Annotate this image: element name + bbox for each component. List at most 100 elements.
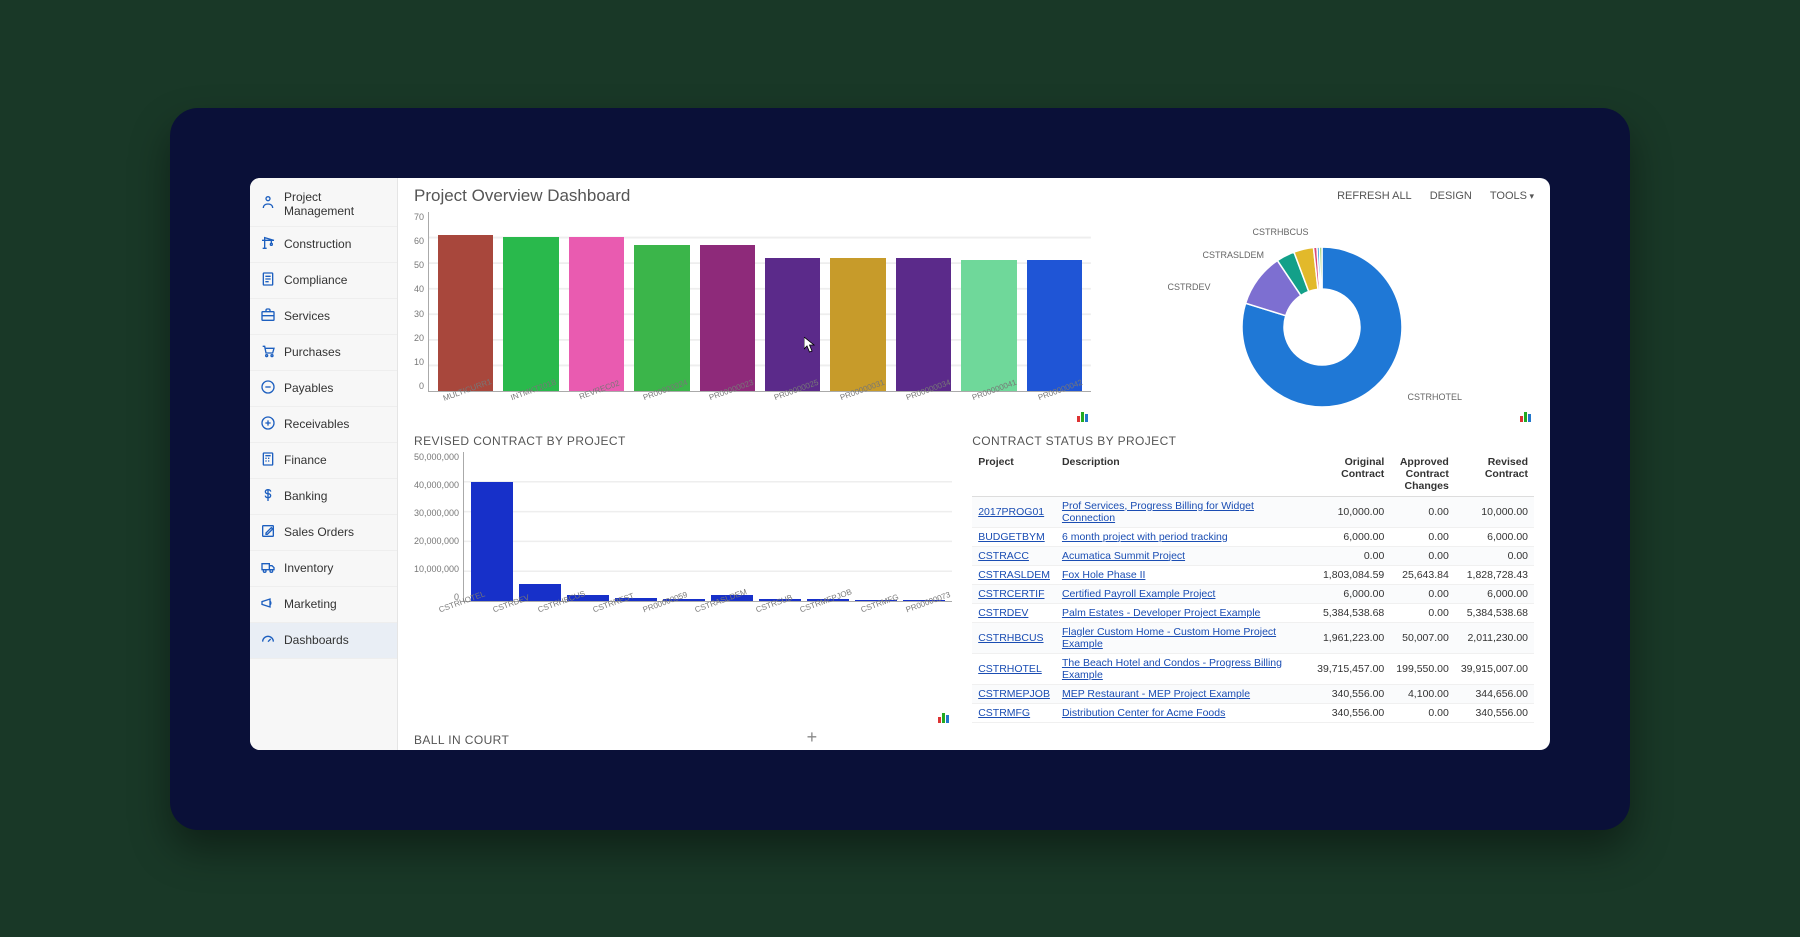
project-link[interactable]: CSTRHBCUS <box>978 632 1043 644</box>
donut-label-CSTRHBCUS: CSTRHBCUS <box>1252 227 1308 237</box>
cell-changes: 0.00 <box>1390 703 1455 722</box>
col-project[interactable]: Project <box>972 452 1056 497</box>
sidebar-item-label: Receivables <box>284 417 349 431</box>
main-content: Project Overview Dashboard REFRESH ALL D… <box>398 178 1550 750</box>
cell-original: 39,715,457.00 <box>1311 653 1390 684</box>
briefcase-icon <box>260 307 276 326</box>
table-row: CSTRMFG Distribution Center for Acme Foo… <box>972 703 1534 722</box>
sidebar-item-banking[interactable]: Banking <box>250 479 397 515</box>
cell-revised: 1,828,728.43 <box>1455 565 1534 584</box>
bar-MULTICURR1[interactable] <box>438 235 493 391</box>
project-link[interactable]: 2017PROG01 <box>978 506 1044 518</box>
sidebar-item-receivables[interactable]: Receivables <box>250 407 397 443</box>
cell-changes: 199,550.00 <box>1390 653 1455 684</box>
donut-label-CSTRDEV: CSTRDEV <box>1167 282 1210 292</box>
cell-changes: 25,643.84 <box>1390 565 1455 584</box>
refresh-all-button[interactable]: REFRESH ALL <box>1337 190 1412 202</box>
project-link[interactable]: CSTRDEV <box>978 607 1028 619</box>
bar-PR00000031[interactable] <box>830 258 885 391</box>
sidebar-item-inventory[interactable]: Inventory <box>250 551 397 587</box>
description-link[interactable]: Distribution Center for Acme Foods <box>1062 707 1225 719</box>
calculator-icon <box>260 451 276 470</box>
tools-menu-button[interactable]: TOOLS <box>1490 190 1534 202</box>
sidebar-item-label: Inventory <box>284 561 333 575</box>
sidebar-item-sales-orders[interactable]: Sales Orders <box>250 515 397 551</box>
col-revised[interactable]: RevisedContract <box>1455 452 1534 497</box>
bar-CSTRHOTEL[interactable] <box>471 482 513 601</box>
sidebar-item-compliance[interactable]: Compliance <box>250 263 397 299</box>
description-link[interactable]: 6 month project with period tracking <box>1062 531 1228 543</box>
table-row: CSTRASLDEM Fox Hole Phase II 1,803,084.5… <box>972 565 1534 584</box>
cell-original: 340,556.00 <box>1311 703 1390 722</box>
description-link[interactable]: Fox Hole Phase II <box>1062 569 1145 581</box>
description-link[interactable]: MEP Restaurant - MEP Project Example <box>1062 688 1250 700</box>
cell-changes: 0.00 <box>1390 603 1455 622</box>
toolbar: REFRESH ALL DESIGN TOOLS <box>1337 190 1534 202</box>
col-changes[interactable]: ApprovedContractChanges <box>1390 452 1455 497</box>
page-title: Project Overview Dashboard <box>414 186 630 206</box>
add-widget-button[interactable]: + <box>807 728 818 746</box>
sidebar-item-finance[interactable]: Finance <box>250 443 397 479</box>
plus-circle-icon <box>260 415 276 434</box>
ball-in-court-panel: BALL IN COURT + <box>414 723 817 750</box>
description-link[interactable]: Acumatica Summit Project <box>1062 550 1185 562</box>
col-description[interactable]: Description <box>1056 452 1311 497</box>
bar-PR00000025[interactable] <box>765 258 820 391</box>
bar-PR00000034[interactable] <box>896 258 951 391</box>
sidebar-item-services[interactable]: Services <box>250 299 397 335</box>
project-link[interactable]: CSTRASLDEM <box>978 569 1050 581</box>
project-link[interactable]: CSTRCERTIF <box>978 588 1044 600</box>
bar-PR00000024[interactable] <box>634 245 689 391</box>
donut-chart: CSTRDEVCSTRASLDEMCSTRHBCUSCSTRHOTEL <box>1182 212 1462 422</box>
sidebar-item-construction[interactable]: Construction <box>250 227 397 263</box>
cell-revised: 6,000.00 <box>1455 584 1534 603</box>
chart-indicator-icon[interactable] <box>1077 408 1089 420</box>
sidebar-item-dashboards[interactable]: Dashboards <box>250 623 397 659</box>
description-link[interactable]: The Beach Hotel and Condos - Progress Bi… <box>1062 657 1282 681</box>
cell-original: 340,556.00 <box>1311 684 1390 703</box>
sidebar-item-label: Project Management <box>284 190 387 218</box>
bar-REVREC02[interactable] <box>569 237 624 390</box>
table-row: CSTRHOTEL The Beach Hotel and Condos - P… <box>972 653 1534 684</box>
sidebar-item-label: Marketing <box>284 597 337 611</box>
sidebar-item-project-management[interactable]: Project Management <box>250 182 397 227</box>
project-link[interactable]: CSTRMEPJOB <box>978 688 1050 700</box>
cell-changes: 0.00 <box>1390 496 1455 527</box>
cell-original: 5,384,538.68 <box>1311 603 1390 622</box>
description-link[interactable]: Palm Estates - Developer Project Example <box>1062 607 1260 619</box>
bar-INTMKT2018[interactable] <box>503 237 558 390</box>
bar-PR00000023[interactable] <box>700 245 755 391</box>
sidebar-item-label: Compliance <box>284 273 347 287</box>
cell-revised: 0.00 <box>1455 546 1534 565</box>
table-row: 2017PROG01 Prof Services, Progress Billi… <box>972 496 1534 527</box>
description-link[interactable]: Prof Services, Progress Billing for Widg… <box>1062 500 1254 524</box>
cell-original: 6,000.00 <box>1311 527 1390 546</box>
chart-indicator-icon[interactable] <box>1520 408 1532 420</box>
sidebar-item-marketing[interactable]: Marketing <box>250 587 397 623</box>
project-link[interactable]: CSTRMFG <box>978 707 1030 719</box>
project-link[interactable]: CSTRHOTEL <box>978 663 1042 675</box>
description-link[interactable]: Certified Payroll Example Project <box>1062 588 1215 600</box>
sidebar-item-label: Services <box>284 309 330 323</box>
revised-bar-chart: 50,000,00040,000,00030,000,00020,000,000… <box>414 452 952 617</box>
table-row: CSTRDEV Palm Estates - Developer Project… <box>972 603 1534 622</box>
description-link[interactable]: Flagler Custom Home - Custom Home Projec… <box>1062 626 1276 650</box>
cell-changes: 0.00 <box>1390 527 1455 546</box>
bar-PR00000041[interactable] <box>961 260 1016 390</box>
sidebar-item-purchases[interactable]: Purchases <box>250 335 397 371</box>
slice-other3[interactable] <box>1320 247 1323 289</box>
chart-indicator-icon[interactable] <box>938 709 950 721</box>
sidebar: Project Management Construction Compliance… <box>250 178 398 750</box>
sidebar-item-label: Construction <box>284 237 351 251</box>
project-link[interactable]: BUDGETBYM <box>978 531 1045 543</box>
bar-PR00000042[interactable] <box>1027 260 1082 390</box>
design-button[interactable]: DESIGN <box>1430 190 1472 202</box>
cell-revised: 39,915,007.00 <box>1455 653 1534 684</box>
cell-original: 6,000.00 <box>1311 584 1390 603</box>
col-original[interactable]: OriginalContract <box>1311 452 1390 497</box>
sidebar-item-payables[interactable]: Payables <box>250 371 397 407</box>
cell-original: 0.00 <box>1311 546 1390 565</box>
sidebar-item-label: Banking <box>284 489 327 503</box>
project-link[interactable]: CSTRACC <box>978 550 1029 562</box>
table-row: CSTRMEPJOB MEP Restaurant - MEP Project … <box>972 684 1534 703</box>
